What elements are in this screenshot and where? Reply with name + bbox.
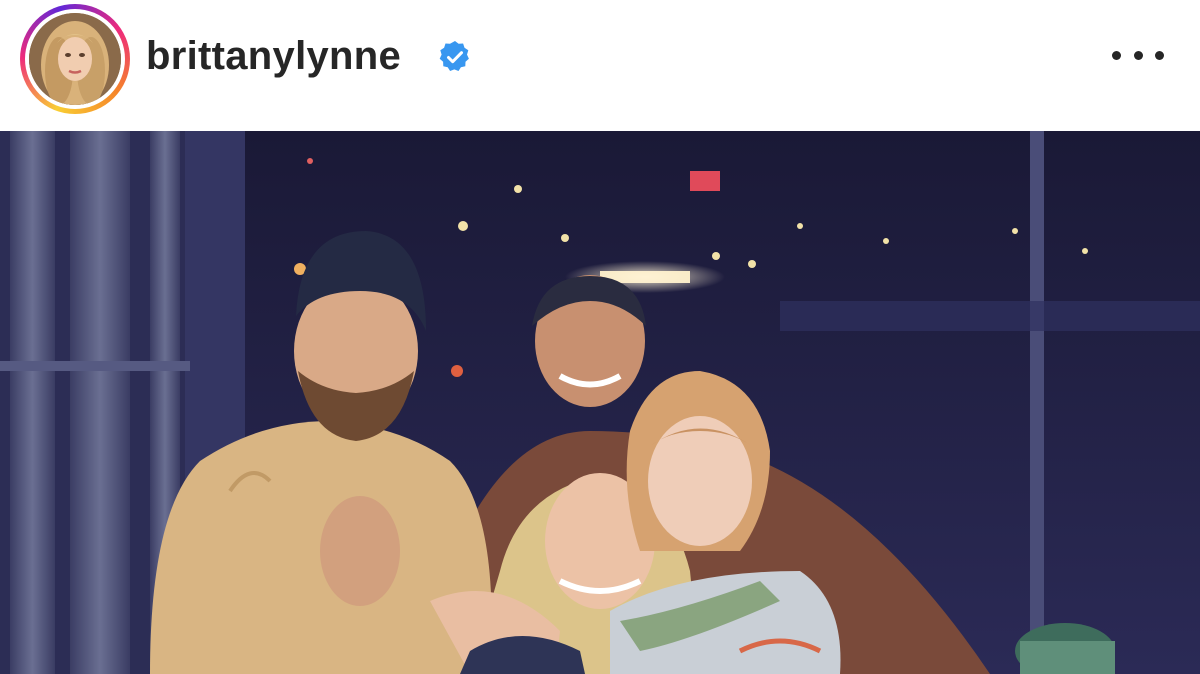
post-photo-image	[0, 131, 1200, 674]
profile-avatar-story-ring[interactable]	[20, 4, 130, 114]
ellipsis-dot	[1133, 50, 1143, 60]
ellipsis-dot	[1112, 50, 1121, 60]
username-link[interactable]: brittanylynne	[146, 32, 401, 80]
ellipsis-dot	[1155, 50, 1164, 60]
verified-badge-icon	[439, 41, 469, 71]
post-header: brittanylynne	[0, 0, 1200, 131]
avatar-image	[29, 13, 121, 105]
avatar	[29, 13, 121, 105]
more-options-button[interactable]	[1112, 38, 1164, 72]
post-photo[interactable]	[0, 131, 1200, 674]
